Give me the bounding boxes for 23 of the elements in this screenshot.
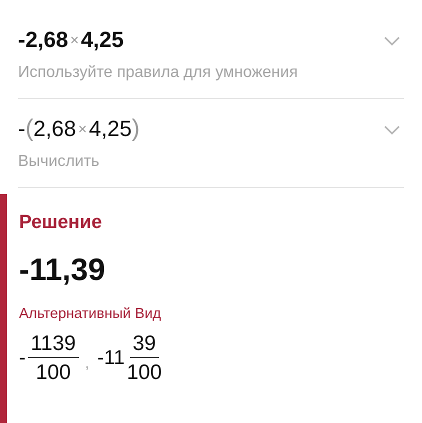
numerator: 1139 [28, 332, 79, 358]
solution-title: Решение [19, 212, 103, 234]
whole-number: -11 [97, 347, 125, 370]
numerator: 39 [130, 332, 159, 358]
parenthesis: ( [25, 115, 34, 143]
denominator: 100 [36, 360, 71, 385]
step-hint: Вычислить [18, 153, 100, 171]
step-hint: Используйте правила для умножения [18, 64, 299, 82]
number: 4,25 [88, 116, 132, 142]
number: -2,68 [18, 27, 68, 53]
number: 2,68 [33, 116, 76, 142]
number: 4,25 [80, 27, 124, 53]
number: - [18, 116, 26, 142]
times-sign: × [78, 120, 87, 138]
chevron-down-icon[interactable] [384, 36, 400, 46]
sign: - [19, 347, 26, 370]
separator: , [84, 354, 90, 372]
times-sign: × [70, 32, 79, 48]
chevron-down-icon[interactable] [384, 125, 400, 135]
alternative-title: Альтернативный Вид [19, 306, 162, 322]
parenthesis: ) [132, 115, 140, 143]
result: -11,39 [19, 252, 106, 288]
denominator: 100 [126, 360, 162, 385]
